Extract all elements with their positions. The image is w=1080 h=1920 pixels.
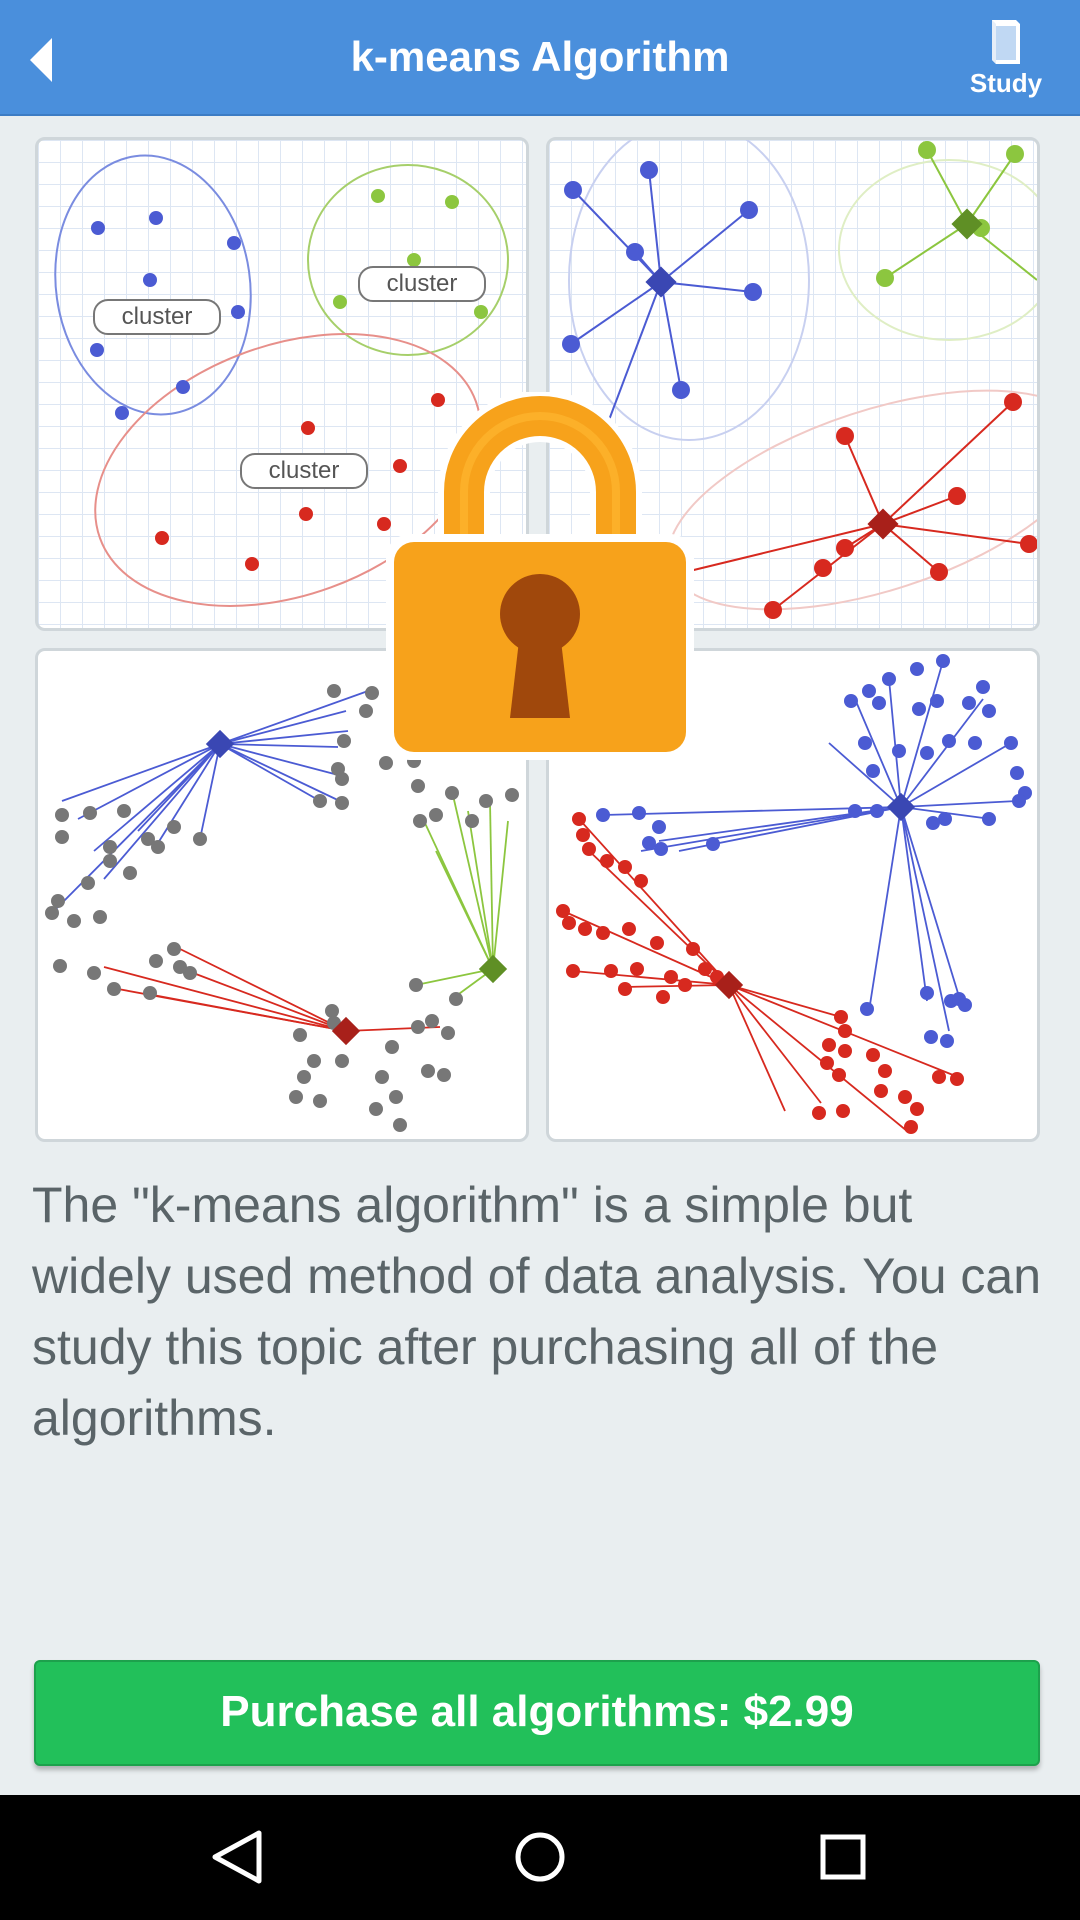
nav-back-button[interactable] — [197, 1817, 277, 1897]
app-bar: k-means Algorithm Study — [0, 0, 1080, 116]
svg-text:cluster: cluster — [387, 270, 458, 297]
study-label: Study — [969, 68, 1043, 98]
book-icon — [992, 20, 1020, 64]
page-title: k-means Algorithm — [350, 33, 730, 80]
study-button[interactable]: Study — [958, 10, 1054, 106]
cluster-label: cluster — [240, 453, 368, 489]
chevron-left-icon — [30, 38, 52, 82]
cluster-label: cluster — [358, 266, 486, 302]
square-recents-icon — [820, 1834, 866, 1880]
system-navigation-bar — [0, 1795, 1080, 1920]
nav-recents-button[interactable] — [803, 1817, 883, 1897]
cluster-label: cluster — [93, 299, 221, 335]
circle-home-icon — [515, 1832, 565, 1882]
svg-text:cluster: cluster — [122, 303, 193, 330]
svg-text:cluster: cluster — [269, 457, 340, 484]
back-button[interactable] — [18, 20, 88, 94]
nav-home-button[interactable] — [500, 1817, 580, 1897]
triangle-back-icon — [212, 1830, 262, 1884]
purchase-all-button[interactable]: Purchase all algorithms: $2.99 — [34, 1660, 1040, 1766]
padlock-icon — [386, 392, 694, 760]
description-text: The "k-means algorithm" is a simple but … — [32, 1177, 1042, 1446]
